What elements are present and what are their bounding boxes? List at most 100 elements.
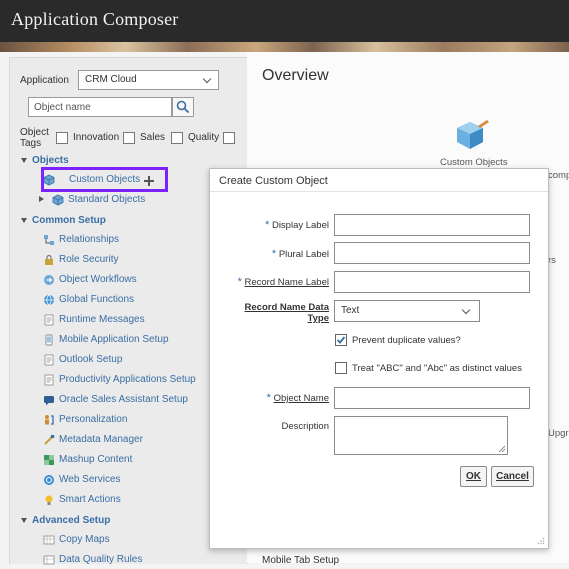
section-objects[interactable]: Objects bbox=[32, 155, 69, 166]
tag-sales-label: Sales bbox=[140, 132, 166, 143]
app-header: Application Composer bbox=[0, 0, 569, 42]
collapse-triangle-icon[interactable] bbox=[21, 518, 27, 523]
relationships-icon bbox=[44, 235, 54, 245]
document-icon bbox=[44, 314, 54, 326]
record-name-label-label: * Record Name Label bbox=[220, 276, 329, 288]
bottom-section-fragment: Mobile Tab Setup bbox=[262, 555, 340, 566]
dialog-title: Create Custom Object bbox=[219, 175, 328, 187]
copy-maps-icon bbox=[43, 535, 55, 545]
record-name-label-text: Record Name Label bbox=[244, 277, 330, 288]
display-label-label: * Display Label bbox=[230, 219, 329, 231]
ok-button[interactable]: OK bbox=[460, 466, 487, 487]
search-icon bbox=[176, 100, 190, 114]
section-common-setup[interactable]: Common Setup bbox=[32, 215, 106, 226]
lightbulb-icon bbox=[45, 495, 53, 505]
nav-item-label: Web Services bbox=[59, 474, 121, 485]
nav-item-label: Outlook Setup bbox=[59, 354, 123, 365]
record-name-data-type-label: Record Name Data Type bbox=[230, 302, 329, 324]
nav-item-label: Personalization bbox=[59, 414, 128, 425]
tag-innovation-checkbox[interactable] bbox=[56, 132, 68, 144]
nav-item-label: Global Functions bbox=[59, 294, 135, 305]
tag-quality-checkbox[interactable] bbox=[171, 132, 183, 144]
data-type-value: Text bbox=[341, 305, 360, 316]
web-services-icon bbox=[44, 475, 54, 485]
header-banner bbox=[0, 42, 569, 52]
bg-text-fragment: rs bbox=[548, 255, 556, 266]
nav-item-label: Mashup Content bbox=[59, 454, 133, 465]
collapse-triangle-icon[interactable] bbox=[21, 158, 27, 163]
custom-objects-cube-icon[interactable] bbox=[454, 118, 490, 154]
bg-text-fragment: Upgra bbox=[548, 428, 569, 439]
tag-quality-label: Quality bbox=[188, 132, 220, 143]
personalization-icon bbox=[45, 415, 54, 425]
collapse-triangle-icon[interactable] bbox=[21, 218, 27, 223]
assistant-icon bbox=[44, 396, 54, 406]
nav-item-label: Smart Actions bbox=[59, 494, 121, 505]
nav-item-label: Data Quality Rules bbox=[59, 554, 143, 565]
object-name-input[interactable] bbox=[334, 387, 530, 409]
nav-item-label: Object Workflows bbox=[59, 274, 137, 285]
workflow-icon bbox=[44, 275, 54, 285]
application-select-value: CRM Cloud bbox=[85, 74, 137, 85]
plural-label-label: * Plural Label bbox=[230, 248, 329, 260]
nav-item-label: Oracle Sales Assistant Setup bbox=[59, 394, 188, 405]
description-textarea[interactable] bbox=[334, 416, 508, 455]
metadata-icon bbox=[44, 434, 55, 445]
nav-item-label: Metadata Manager bbox=[59, 434, 143, 445]
plural-label-text: Plural Label bbox=[278, 249, 329, 260]
expand-triangle-icon[interactable] bbox=[39, 196, 44, 202]
object-name-label: * Object Name bbox=[230, 392, 329, 404]
data-quality-icon bbox=[43, 555, 55, 565]
nav-item-label: Copy Maps bbox=[59, 534, 110, 545]
prevent-duplicates-checkbox[interactable] bbox=[335, 334, 347, 346]
create-custom-object-dialog: Create Custom Object * Display Label * P… bbox=[209, 168, 549, 549]
resize-handle-icon[interactable] bbox=[498, 445, 506, 453]
tag-more-checkbox[interactable] bbox=[223, 132, 235, 144]
nav-item-label: Standard Objects bbox=[68, 194, 146, 205]
cube-icon bbox=[52, 194, 64, 206]
custom-objects-highlight bbox=[41, 167, 168, 192]
app-title: Application Composer bbox=[11, 9, 179, 29]
chevron-down-icon bbox=[461, 305, 471, 315]
object-name-search-input[interactable]: Object name bbox=[28, 97, 172, 117]
display-label-input[interactable] bbox=[334, 214, 530, 236]
required-asterisk: * bbox=[266, 392, 271, 404]
nav-item-label: Role Security bbox=[59, 254, 119, 265]
cancel-button[interactable]: Cancel bbox=[491, 466, 534, 487]
globe-icon bbox=[44, 294, 54, 306]
mashup-icon bbox=[44, 455, 54, 465]
document-icon bbox=[44, 354, 54, 366]
required-asterisk: * bbox=[265, 219, 270, 231]
plural-label-input[interactable] bbox=[334, 242, 530, 264]
nav-item-label: Mobile Application Setup bbox=[59, 334, 169, 345]
cancel-button-label: Cancel bbox=[496, 471, 529, 482]
section-advanced-setup[interactable]: Advanced Setup bbox=[32, 515, 110, 526]
bg-text-fragment: comp bbox=[548, 170, 569, 181]
treat-distinct-label: Treat "ABC" and "Abc" as distinct values bbox=[352, 363, 522, 374]
object-tags-label: Object Tags bbox=[20, 127, 49, 149]
chevron-down-icon bbox=[202, 74, 212, 84]
search-placeholder: Object name bbox=[34, 102, 91, 113]
prevent-duplicates-label: Prevent duplicate values? bbox=[352, 335, 461, 346]
required-asterisk: * bbox=[237, 276, 242, 288]
ok-button-label: OK bbox=[466, 471, 481, 482]
mobile-icon bbox=[45, 334, 53, 346]
nav-item-label: Productivity Applications Setup bbox=[59, 374, 196, 385]
nav-item-label: Relationships bbox=[59, 234, 120, 245]
application-label: Application bbox=[20, 75, 69, 86]
dialog-resize-grip-icon[interactable] bbox=[537, 537, 545, 545]
required-asterisk: * bbox=[271, 248, 277, 260]
lock-icon bbox=[45, 254, 53, 265]
record-name-label-input[interactable] bbox=[334, 271, 530, 293]
dialog-divider bbox=[210, 191, 548, 192]
tag-sales-checkbox[interactable] bbox=[123, 132, 135, 144]
object-name-text: Object Name bbox=[273, 393, 329, 404]
checkmark-icon bbox=[336, 336, 346, 344]
record-name-data-type-text: Record Name Data Type bbox=[244, 302, 329, 324]
record-name-data-type-select[interactable]: Text bbox=[334, 300, 480, 322]
tag-innovation-label: Innovation bbox=[73, 132, 120, 143]
custom-objects-caption[interactable]: Custom Objects bbox=[440, 157, 508, 168]
application-select[interactable]: CRM Cloud bbox=[78, 70, 219, 90]
treat-distinct-checkbox[interactable] bbox=[335, 362, 347, 374]
search-button[interactable] bbox=[172, 97, 194, 117]
